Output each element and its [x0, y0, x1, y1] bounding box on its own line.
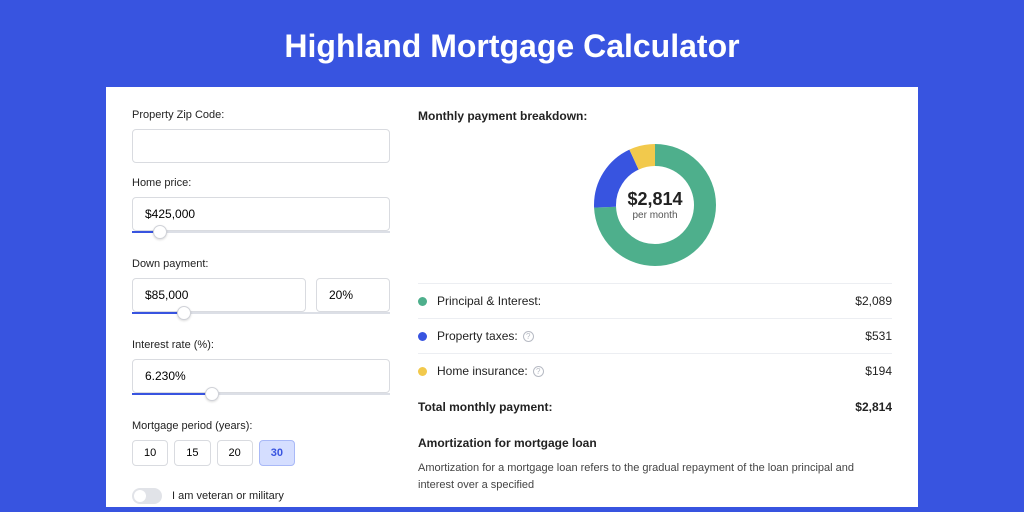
period-btn-30[interactable]: 30 — [259, 440, 295, 466]
total-amount: $2,814 — [855, 400, 892, 414]
down-payment-slider[interactable] — [132, 311, 390, 325]
breakdown-header: Monthly payment breakdown: — [418, 109, 892, 133]
home-price-label: Home price: — [132, 177, 390, 189]
veteran-toggle[interactable] — [132, 488, 162, 504]
zip-input[interactable] — [132, 129, 390, 163]
breakdown-column: Monthly payment breakdown: $2,814 per mo… — [418, 109, 892, 507]
total-label: Total monthly payment: — [418, 400, 552, 414]
down-payment-input[interactable] — [132, 278, 306, 312]
info-icon[interactable]: ? — [523, 331, 534, 342]
legend-label: Property taxes: ? — [437, 329, 865, 343]
legend-amount: $194 — [865, 364, 892, 378]
home-price-input[interactable] — [132, 197, 390, 231]
legend-amount: $2,089 — [855, 294, 892, 308]
period-btn-10[interactable]: 10 — [132, 440, 168, 466]
amortization-text: Amortization for a mortgage loan refers … — [418, 460, 892, 493]
info-icon[interactable]: ? — [533, 366, 544, 377]
interest-input[interactable] — [132, 359, 390, 393]
donut-amount: $2,814 — [627, 189, 682, 210]
legend-row-taxes: Property taxes: ? $531 — [418, 318, 892, 353]
bullet-icon — [418, 297, 427, 306]
donut-chart-wrap: $2,814 per month — [418, 133, 892, 283]
veteran-label: I am veteran or military — [172, 490, 284, 502]
donut-chart: $2,814 per month — [589, 139, 721, 271]
legend-amount: $531 — [865, 329, 892, 343]
down-payment-pct-input[interactable] — [316, 278, 390, 312]
amortization-header: Amortization for mortgage loan — [418, 436, 892, 460]
bullet-icon — [418, 367, 427, 376]
zip-label: Property Zip Code: — [132, 109, 390, 121]
legend-label: Home insurance: ? — [437, 364, 865, 378]
legend-row-principal: Principal & Interest: $2,089 — [418, 283, 892, 318]
down-payment-label: Down payment: — [132, 258, 390, 270]
interest-slider[interactable] — [132, 392, 390, 406]
period-label: Mortgage period (years): — [132, 420, 390, 432]
period-options: 10 15 20 30 — [132, 440, 390, 466]
veteran-row: I am veteran or military — [132, 488, 390, 504]
legend-label: Principal & Interest: — [437, 294, 855, 308]
interest-label: Interest rate (%): — [132, 339, 390, 351]
page-title: Highland Mortgage Calculator — [0, 0, 1024, 87]
donut-sub: per month — [632, 210, 677, 221]
period-btn-15[interactable]: 15 — [174, 440, 210, 466]
form-column: Property Zip Code: Home price: Down paym… — [132, 109, 390, 507]
bullet-icon — [418, 332, 427, 341]
calculator-card: Property Zip Code: Home price: Down paym… — [106, 87, 918, 507]
period-btn-20[interactable]: 20 — [217, 440, 253, 466]
home-price-slider[interactable] — [132, 230, 390, 244]
legend-row-insurance: Home insurance: ? $194 — [418, 353, 892, 388]
total-row: Total monthly payment: $2,814 — [418, 388, 892, 426]
